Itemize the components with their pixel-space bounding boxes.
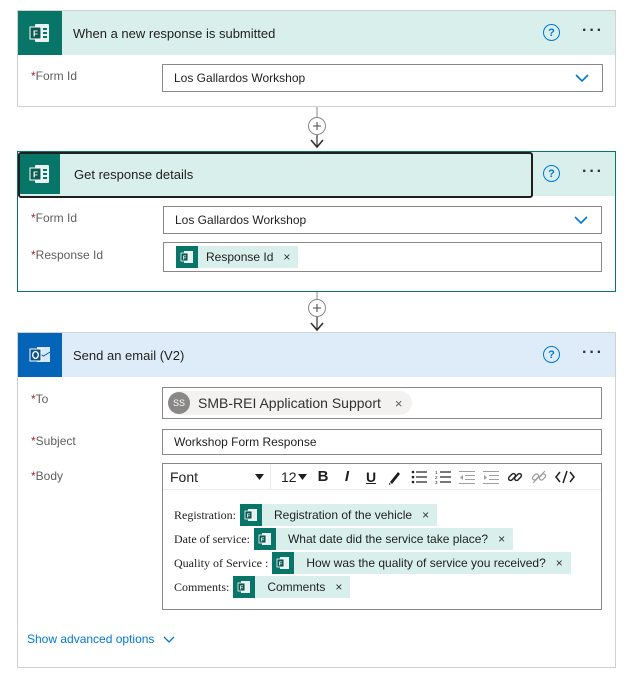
remove-token-icon[interactable]: ×: [422, 508, 429, 522]
svg-text:F: F: [33, 30, 38, 39]
decrease-indent-icon[interactable]: [455, 464, 479, 490]
body-line-label: Date of service:: [174, 531, 250, 546]
unlink-icon[interactable]: [527, 464, 551, 490]
forms-token-icon: F: [240, 504, 262, 526]
body-line-label: Comments:: [174, 579, 230, 594]
more-options-icon[interactable]: ···: [582, 344, 604, 362]
font-color-icon[interactable]: [383, 464, 407, 490]
form-id-value: Los Gallardos Workshop: [175, 213, 307, 227]
trigger-card-header[interactable]: F When a new response is submitted ? ···: [18, 11, 615, 55]
form-id-label: *Form Id: [31, 211, 78, 225]
response-id-field[interactable]: F Response Id ×: [163, 242, 602, 272]
forms-token-icon: F: [233, 576, 256, 598]
get-response-card: F Get response details ? ··· *Form Id Lo…: [17, 151, 616, 292]
subject-value: Workshop Form Response: [174, 435, 317, 449]
numbered-list-icon[interactable]: 123: [431, 464, 455, 490]
dynamic-content-token[interactable]: F Registration of the vehicle ×: [240, 504, 438, 526]
send-email-card-header[interactable]: Send an email (V2) ? ···: [18, 333, 615, 377]
svg-text:3: 3: [435, 480, 438, 484]
token-label: What date did the service take place?: [287, 532, 489, 546]
more-options-icon[interactable]: ···: [582, 163, 604, 181]
body-line-registration: Registration: F Registration of the vehi…: [174, 504, 438, 526]
body-line-date-of-service: Date of service: F What date did the ser…: [174, 528, 514, 550]
forms-token-icon: F: [272, 552, 295, 574]
help-icon[interactable]: ?: [543, 346, 560, 363]
body-label: *Body: [31, 469, 64, 483]
dynamic-content-token[interactable]: F How was the quality of service you rec…: [272, 552, 571, 574]
code-view-icon[interactable]: [551, 464, 579, 490]
body-line-label: Registration:: [174, 507, 236, 522]
body-line-comments: Comments: F Comments ×: [174, 576, 351, 598]
more-options-icon[interactable]: ···: [582, 22, 604, 40]
forms-icon: F: [20, 154, 60, 194]
italic-icon[interactable]: I: [335, 464, 359, 490]
response-id-token[interactable]: F Response Id ×: [176, 246, 299, 268]
add-step-connector[interactable]: [307, 292, 327, 332]
font-family-select[interactable]: Font: [163, 463, 271, 490]
forms-token-icon: F: [176, 246, 198, 268]
form-id-value: Los Gallardos Workshop: [174, 71, 306, 85]
bullet-list-icon[interactable]: [407, 464, 431, 490]
caret-down-icon: [298, 473, 307, 480]
increase-indent-icon[interactable]: [479, 464, 503, 490]
dynamic-content-token[interactable]: F What date did the service take place? …: [253, 528, 514, 550]
rich-text-toolbar: Font 12 B I U 123: [163, 463, 601, 490]
body-line-label: Quality of Service :: [174, 555, 269, 570]
remove-token-icon[interactable]: ×: [556, 556, 563, 570]
underline-icon[interactable]: U: [359, 464, 383, 490]
send-email-title: Send an email (V2): [73, 347, 185, 363]
get-response-title: Get response details: [74, 166, 194, 182]
token-label: Comments: [267, 580, 326, 594]
to-field[interactable]: SS SMB-REI Application Support ×: [162, 387, 602, 419]
recipient-chip[interactable]: SS SMB-REI Application Support ×: [168, 391, 413, 415]
form-id-label: *Form Id: [31, 69, 78, 83]
forms-token-icon: F: [253, 528, 276, 550]
dynamic-content-token[interactable]: F Comments ×: [233, 576, 351, 598]
chevron-down-icon: [575, 74, 589, 83]
response-id-label: *Response Id: [31, 248, 104, 262]
get-response-card-header[interactable]: F Get response details ? ···: [18, 152, 615, 198]
remove-token-icon[interactable]: ×: [498, 532, 505, 546]
remove-token-icon[interactable]: ×: [335, 580, 342, 594]
chevron-down-icon: [574, 216, 588, 225]
add-step-connector[interactable]: [307, 107, 327, 150]
bold-icon[interactable]: B: [311, 464, 335, 490]
forms-icon: F: [18, 11, 62, 55]
link-icon[interactable]: [503, 464, 527, 490]
advanced-options-label: Show advanced options: [27, 632, 155, 646]
to-label: *To: [31, 392, 49, 406]
body-line-quality-of-service: Quality of Service : F How was the quali…: [174, 552, 571, 574]
token-label: How was the quality of service you recei…: [306, 556, 546, 570]
help-icon[interactable]: ?: [543, 165, 560, 182]
caret-down-icon: [255, 473, 264, 480]
chevron-down-icon: [163, 636, 175, 643]
remove-token-icon[interactable]: ×: [283, 250, 290, 264]
font-size-label: 12: [281, 468, 297, 485]
avatar: SS: [168, 392, 190, 414]
form-id-dropdown[interactable]: Los Gallardos Workshop: [163, 206, 602, 234]
font-size-select[interactable]: 12: [271, 464, 311, 490]
recipient-name: SMB-REI Application Support: [198, 395, 381, 411]
remove-recipient-icon[interactable]: ×: [395, 396, 403, 411]
trigger-card: F When a new response is submitted ? ···…: [17, 10, 616, 107]
subject-field[interactable]: Workshop Form Response: [162, 429, 602, 455]
font-select-label: Font: [170, 468, 199, 485]
svg-text:F: F: [33, 171, 38, 180]
help-icon[interactable]: ?: [543, 24, 560, 41]
send-email-card: Send an email (V2) ? ··· *To SS SMB-REI …: [17, 332, 616, 668]
form-id-dropdown[interactable]: Los Gallardos Workshop: [162, 64, 603, 92]
show-advanced-options-link[interactable]: Show advanced options: [27, 632, 176, 646]
token-label: Registration of the vehicle: [274, 508, 413, 522]
body-editor[interactable]: Font 12 B I U 123 Registration: F Regist…: [162, 463, 602, 610]
token-label: Response Id: [206, 250, 274, 264]
subject-label: *Subject: [31, 434, 76, 448]
outlook-icon: [18, 333, 62, 377]
trigger-title: When a new response is submitted: [73, 25, 276, 41]
